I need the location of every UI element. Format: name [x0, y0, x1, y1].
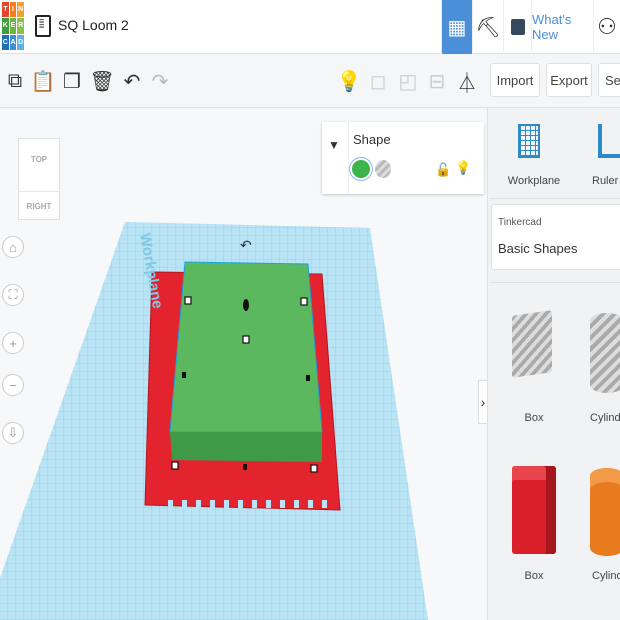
- undo-icon[interactable]: ↶: [120, 66, 144, 96]
- rotate-handle-icon: ↶: [240, 237, 252, 253]
- hole-swatch[interactable]: [375, 160, 391, 178]
- shape-label: Box: [524, 570, 544, 582]
- send-to-button[interactable]: Sen: [598, 63, 620, 97]
- view-cube-right[interactable]: RIGHT: [19, 191, 59, 211]
- duplicate-icon[interactable]: ❐: [60, 66, 84, 96]
- fit-view-icon[interactable]: ⛶: [2, 284, 24, 306]
- lock-icon[interactable]: 🔓: [435, 162, 451, 178]
- light-icon[interactable]: 💡: [337, 66, 362, 96]
- logo-letter: A: [9, 34, 17, 50]
- logo-letter: R: [17, 18, 24, 34]
- group-icon[interactable]: ◻: [366, 66, 390, 96]
- solid-color-swatch[interactable]: [352, 160, 370, 178]
- copy-icon[interactable]: ⧉: [3, 66, 27, 96]
- shape-box[interactable]: [512, 466, 556, 554]
- logo-letter: E: [9, 18, 17, 34]
- whats-new-link[interactable]: What's New: [531, 0, 593, 54]
- codeblocks-icon[interactable]: ⛏: [472, 0, 503, 54]
- 3d-design-icon[interactable]: ▦: [441, 0, 472, 54]
- library-name: Basic Shapes: [498, 241, 578, 256]
- shape-cylinder[interactable]: [590, 468, 620, 556]
- design-list-icon[interactable]: ≡ ≡: [35, 15, 51, 37]
- bricks-icon[interactable]: [503, 0, 531, 54]
- export-button[interactable]: Export: [546, 63, 592, 97]
- view-cube[interactable]: TOP RIGHT: [18, 138, 60, 220]
- logo-letter: K: [2, 18, 9, 34]
- shape-inspector: ▼ Shape 🔓 💡: [322, 122, 484, 194]
- shape-library-selector[interactable]: Tinkercad Basic Shapes: [491, 204, 620, 270]
- library-source: Tinkercad: [498, 217, 542, 228]
- light-bulb-icon[interactable]: 💡: [455, 160, 471, 176]
- delete-icon[interactable]: 🗑: [89, 66, 114, 96]
- logo-letter: D: [17, 34, 24, 50]
- toolbar: ⧉ 📋 ❐ 🗑 ↶ ↷ 💡 ◻ ◰ ⊟ ⏃ Import Export Sen: [0, 54, 620, 108]
- ruler-label[interactable]: Ruler: [592, 175, 620, 187]
- import-button[interactable]: Import: [490, 63, 540, 97]
- shape-box-hole[interactable]: [512, 310, 554, 393]
- paste-icon[interactable]: 📋: [31, 66, 56, 96]
- logo-letter: T: [2, 2, 9, 18]
- home-view-icon[interactable]: ⌂: [2, 236, 24, 258]
- green-box-top: [169, 261, 323, 433]
- green-box-front: [170, 432, 322, 462]
- shape-label: Cylinder: [590, 412, 620, 424]
- add-user-icon[interactable]: ⚇: [593, 0, 620, 54]
- top-bar: T I N K E R C A D ≡ ≡ SQ Loom 2 ▦ ⛏ What'…: [0, 0, 620, 54]
- shape-inspector-title: Shape: [353, 132, 391, 147]
- shape-cylinder-hole[interactable]: [590, 313, 620, 393]
- design-title[interactable]: SQ Loom 2: [58, 17, 129, 33]
- right-panel: Workplane Ruler Tinkercad Basic Shapes B…: [487, 108, 620, 620]
- workplane-label[interactable]: Workplane: [506, 175, 562, 187]
- zoom-out-icon[interactable]: −: [2, 374, 24, 396]
- collapse-caret-icon[interactable]: ▼: [328, 138, 340, 152]
- perspective-icon[interactable]: ⇩: [2, 422, 24, 444]
- view-cube-top[interactable]: TOP: [19, 155, 59, 164]
- shape-label: Box: [524, 412, 544, 424]
- zoom-in-icon[interactable]: +: [2, 332, 24, 354]
- redo-icon[interactable]: ↷: [148, 66, 172, 96]
- tinkercad-logo[interactable]: T I N K E R C A D: [2, 2, 24, 50]
- logo-letter: N: [17, 2, 24, 18]
- logo-letter: C: [2, 34, 9, 50]
- align-icon[interactable]: ⊟: [425, 66, 449, 96]
- ruler-icon[interactable]: [598, 124, 620, 158]
- logo-letter: I: [9, 2, 17, 18]
- mirror-icon[interactable]: ⏃: [455, 66, 479, 96]
- shape-label: Cylinder: [592, 570, 620, 582]
- workplane-icon[interactable]: [518, 124, 540, 158]
- ungroup-icon[interactable]: ◰: [396, 66, 420, 96]
